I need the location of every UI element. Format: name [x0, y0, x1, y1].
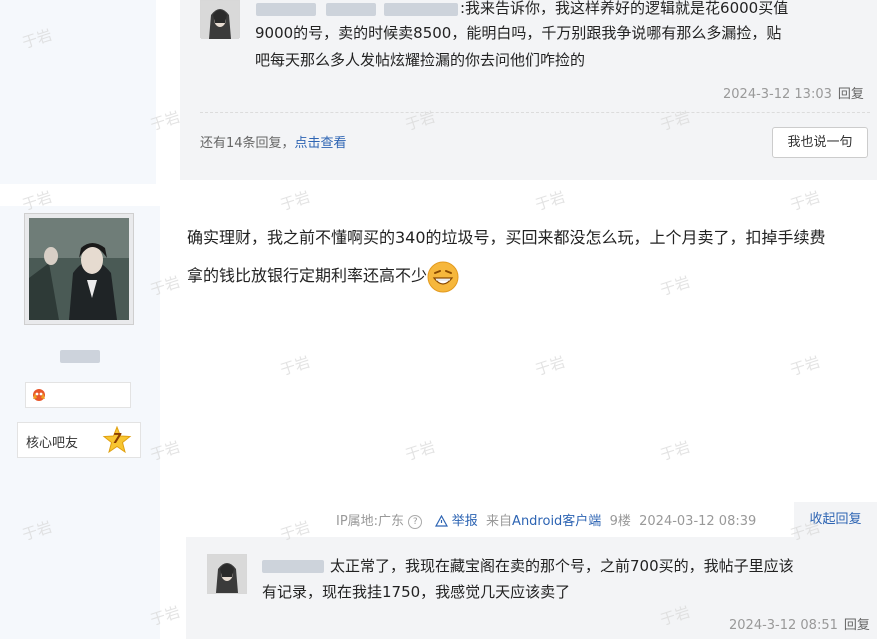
user-badge[interactable]: [25, 382, 131, 408]
post-text: 拿的钱比放银行定期利率还高不少: [187, 266, 428, 285]
watermark: 于岩: [788, 352, 823, 380]
avatar-image: [29, 218, 129, 320]
ip-location: IP属地:广东: [336, 514, 405, 529]
reply-link[interactable]: 回复: [844, 618, 870, 633]
reply-text-line: 太正常了，我现在藏宝阁在卖的那个号，之前700买的，我帖子里应该: [330, 557, 794, 575]
watermark: 于岩: [533, 187, 568, 215]
reply-text-line: :我来告诉你，我这样养好的逻辑就是花6000买值: [460, 0, 789, 17]
reply-username-blurred[interactable]: [262, 560, 324, 573]
reply-username-blurred[interactable]: [256, 3, 316, 16]
reply-meta: 2024-3-12 08:51 回复: [729, 614, 870, 633]
level-number: 7: [112, 432, 122, 447]
reply-username-blurred[interactable]: [326, 3, 376, 16]
reply-meta: 2024-3-12 13:03 回复: [723, 83, 864, 102]
post-meta: IP属地:广东 ? 举报 来自Android客户端 9楼 2024-03-12 …: [336, 510, 756, 529]
view-more-link[interactable]: 点击查看: [295, 136, 347, 151]
avatar-image: [201, 1, 239, 39]
more-replies-count: 还有14条回复，: [200, 136, 295, 151]
reply-target-blurred[interactable]: [384, 3, 458, 16]
client-link[interactable]: Android客户端: [512, 514, 601, 529]
from-prefix: 来自: [486, 514, 513, 529]
reply-text-line: 9000的号，卖的时候卖8500，能明白吗，千万别跟我争说哪有那么多漏捡，贴: [255, 24, 782, 42]
floor-number: 9楼: [609, 514, 631, 529]
more-replies: 还有14条回复，点击查看: [200, 132, 347, 151]
post-text-line-2: 拿的钱比放银行定期利率还高不少: [187, 257, 877, 295]
post-content: 确实理财，我之前不懂啊买的340的垃圾号，买回来都没怎么玩，上个月卖了，扣掉手续…: [187, 219, 877, 295]
divider: [200, 112, 870, 113]
reply-avatar[interactable]: [207, 554, 247, 594]
watermark: 于岩: [788, 187, 823, 215]
reply-avatar[interactable]: [200, 0, 240, 39]
watermark: 于岩: [278, 187, 313, 215]
author-username-blurred[interactable]: [60, 350, 100, 363]
grin-emoji-icon: [427, 261, 459, 292]
avatar-image: [208, 555, 246, 593]
rank-label: 核心吧友: [26, 436, 79, 451]
collapse-replies-button[interactable]: 收起回复: [794, 502, 877, 537]
reply-timestamp: 2024-3-12 13:03: [723, 87, 832, 102]
reply-link[interactable]: 回复: [838, 87, 864, 102]
reply-timestamp: 2024-3-12 08:51: [729, 618, 838, 633]
help-icon[interactable]: ?: [408, 515, 423, 529]
game-badge-icon: [33, 389, 45, 401]
level-badge[interactable]: 核心吧友 7: [17, 422, 141, 458]
watermark: 于岩: [658, 437, 693, 465]
reply-text-line: 有记录，现在我挂1750，我感觉几天应该卖了: [262, 583, 571, 601]
left-column-top: [0, 0, 156, 184]
post-text-line: 确实理财，我之前不懂啊买的340的垃圾号，买回来都没怎么玩，上个月卖了，扣掉手续…: [187, 228, 826, 247]
watermark: 于岩: [403, 437, 438, 465]
post-time: 2024-03-12 08:39: [639, 514, 757, 529]
reply-text-line: 吧每天那么多人发帖炫耀捡漏的你去问他们咋捡的: [255, 51, 586, 69]
warning-icon: [434, 515, 448, 527]
add-reply-button[interactable]: 我也说一句: [772, 127, 868, 158]
watermark: 于岩: [533, 352, 568, 380]
report-link[interactable]: 举报: [452, 514, 478, 529]
watermark: 于岩: [278, 352, 313, 380]
author-avatar[interactable]: [24, 213, 134, 325]
